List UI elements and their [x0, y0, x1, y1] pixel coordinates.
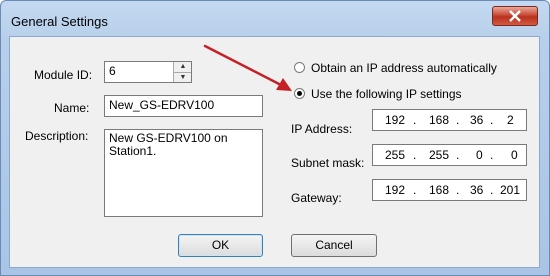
- annotation-arrow: [203, 44, 292, 91]
